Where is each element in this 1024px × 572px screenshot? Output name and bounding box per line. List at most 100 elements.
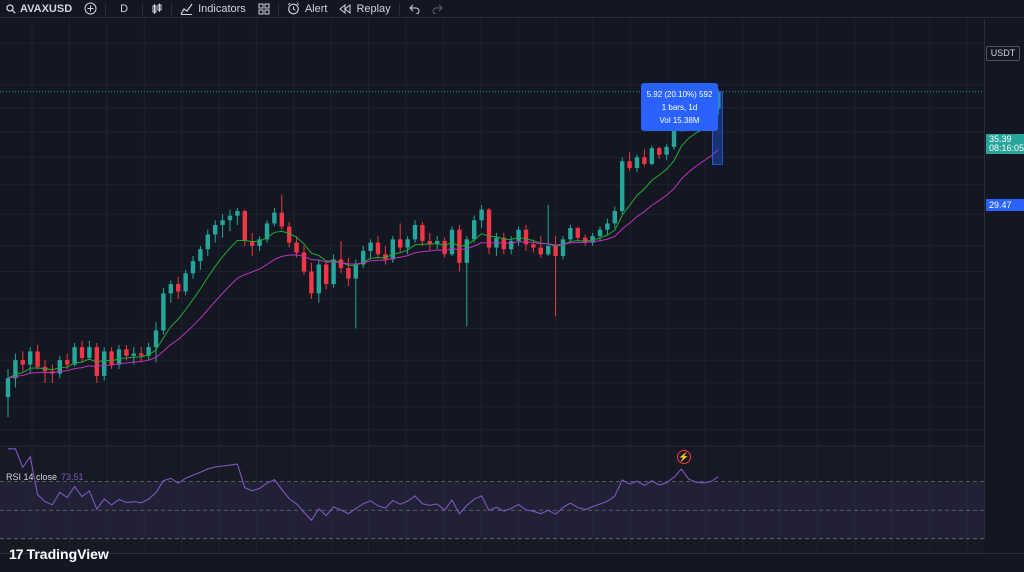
symbol-name: AVAXUSD	[20, 2, 73, 15]
candle-body	[627, 161, 632, 169]
candle-body	[324, 264, 329, 285]
price-scale[interactable]	[984, 19, 1024, 539]
time-axis[interactable]	[0, 553, 1024, 572]
candle-body	[486, 209, 492, 248]
candle-body	[227, 215, 233, 221]
candle-body	[338, 259, 344, 269]
compare-symbol-button[interactable]	[78, 0, 103, 18]
candle-body	[316, 264, 321, 294]
indicators-button[interactable]: Indicators	[174, 0, 252, 18]
candle-body	[398, 239, 403, 248]
candle-body	[272, 212, 277, 224]
ma-price-tag: 29.47	[986, 199, 1024, 211]
undo-button[interactable]	[402, 0, 426, 18]
candle-body	[176, 284, 181, 292]
chart-type-button[interactable]	[145, 0, 169, 18]
candle-body	[153, 330, 159, 348]
candle-body	[279, 212, 284, 227]
interval-button[interactable]: D	[108, 0, 140, 18]
candle-body	[664, 146, 669, 155]
candle-body	[79, 347, 85, 358]
candle-body	[294, 242, 299, 253]
candle-body	[605, 223, 610, 230]
redo-button[interactable]	[426, 0, 450, 18]
rsi-legend[interactable]: RSI 14 close 73.51	[6, 472, 84, 482]
candle-body	[516, 229, 521, 241]
candle-body	[375, 242, 381, 255]
indicators-icon	[180, 3, 193, 15]
candle-body	[353, 264, 358, 279]
candle-body	[139, 353, 144, 356]
candle-body	[109, 351, 114, 365]
tradingview-logo[interactable]: 17 TradingView	[9, 546, 109, 562]
candle-body	[183, 273, 188, 292]
measure-tooltip: 5.92 (20.10%) 592 1 bars, 1d Vol 15.38M	[641, 83, 718, 131]
toolbar-divider	[277, 2, 279, 15]
candle-body	[442, 240, 447, 255]
candle-body	[213, 224, 218, 235]
chart-area[interactable]: 40.0036.0034.0032.0030.0028.0026.0024.00…	[0, 19, 1024, 572]
candle-body	[553, 245, 558, 256]
candle-body	[509, 240, 514, 250]
symbol-search-button[interactable]: AVAXUSD	[0, 0, 78, 18]
tradingview-logo-text: TradingView	[26, 546, 109, 562]
candle-body	[634, 157, 640, 169]
candle-body	[124, 349, 129, 356]
candles-icon	[152, 3, 162, 14]
alarm-clock-icon	[287, 2, 299, 15]
candle-body	[420, 224, 425, 241]
rsi-value: 73.51	[61, 472, 84, 482]
candle-body	[5, 378, 11, 398]
search-icon	[6, 3, 16, 14]
measure-volume: Vol 15.38M	[659, 116, 700, 125]
top-toolbar: AVAXUSD D Indicators Alert Replay	[0, 0, 1024, 18]
candle-body	[131, 353, 136, 356]
candle-body	[116, 349, 122, 365]
candle-body	[235, 211, 240, 216]
undo-icon	[408, 4, 420, 14]
plus-circle-icon	[84, 2, 97, 15]
currency-selector[interactable]: USDT	[986, 46, 1020, 61]
candle-body	[657, 148, 662, 155]
candle-body	[301, 252, 307, 272]
toolbar-divider	[398, 2, 400, 15]
candle-body	[597, 229, 603, 237]
candle-body	[198, 249, 203, 262]
candle-body	[220, 220, 225, 225]
main-pane-bg	[0, 19, 984, 446]
candle-body	[205, 234, 210, 250]
layouts-button[interactable]	[252, 0, 276, 18]
alert-marker-icon[interactable]: ⚡	[677, 450, 691, 464]
grid-layout-icon	[258, 3, 270, 14]
last-price-tag: 35.39 08:16:05	[986, 134, 1024, 154]
candle-body	[161, 293, 166, 331]
candle-body	[168, 284, 173, 294]
chart-canvas[interactable]: 40.0036.0034.0032.0030.0028.0026.0024.00…	[0, 19, 1024, 572]
alert-label: Alert	[304, 2, 328, 15]
candle-body	[368, 242, 373, 251]
candle-body	[65, 360, 70, 365]
toolbar-divider	[142, 2, 144, 15]
candle-body	[546, 245, 551, 255]
candle-body	[575, 228, 580, 238]
measure-change: 5.92 (20.10%) 592	[646, 90, 713, 99]
rewind-icon	[339, 3, 351, 14]
redo-icon	[432, 4, 443, 14]
candle-body	[472, 220, 477, 240]
candle-body	[612, 211, 617, 224]
candle-body	[531, 244, 536, 248]
alert-button[interactable]: Alert	[281, 0, 334, 18]
replay-label: Replay	[356, 2, 391, 15]
candle-body	[20, 360, 25, 365]
candle-body	[309, 271, 314, 294]
bar-countdown: 08:16:05	[989, 143, 1024, 153]
candle-body	[464, 239, 469, 263]
replay-button[interactable]: Replay	[333, 0, 396, 18]
candle-body	[87, 347, 92, 358]
toolbar-divider	[171, 2, 173, 15]
candle-body	[346, 268, 351, 279]
toolbar-divider	[105, 2, 107, 15]
candle-body	[568, 228, 573, 240]
candle-body	[560, 239, 566, 256]
rsi-label: RSI 14 close	[6, 472, 58, 482]
